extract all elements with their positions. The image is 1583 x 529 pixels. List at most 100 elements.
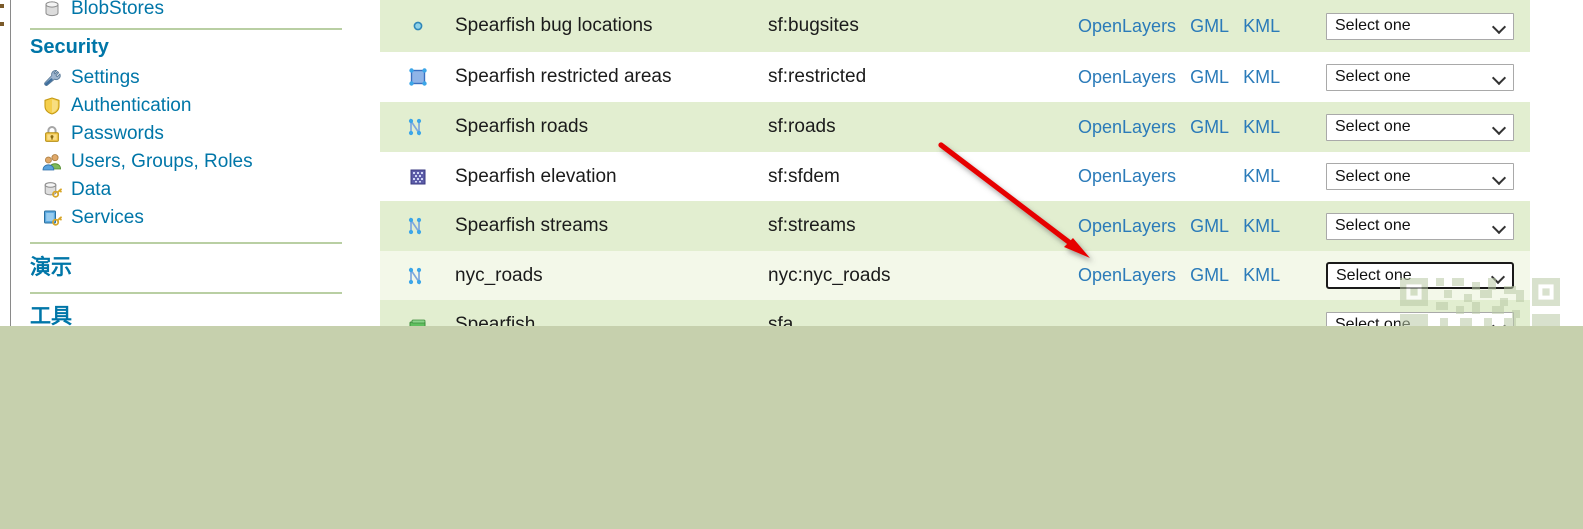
- format-select[interactable]: Select one: [1326, 12, 1514, 40]
- sidebar-item-authentication[interactable]: Authentication: [12, 92, 360, 120]
- sidebar-item-services[interactable]: Services: [12, 204, 360, 232]
- gml-link[interactable]: GML: [1190, 265, 1229, 286]
- database-icon: [42, 0, 62, 19]
- format-links: OpenLayers GML KML: [1078, 166, 1308, 187]
- sidebar-item-label: Passwords: [71, 123, 164, 144]
- layer-title: Spearfish: [455, 314, 536, 326]
- line-icon: [406, 115, 430, 139]
- geometry-cell: [380, 14, 455, 38]
- chevron-down-icon: [1493, 173, 1506, 181]
- table-row[interactable]: nyc_roads nyc:nyc_roads OpenLayers GML K…: [380, 251, 1530, 300]
- chevron-down-icon: [1493, 73, 1506, 81]
- openlayers-link[interactable]: OpenLayers: [1078, 16, 1176, 37]
- format-select-cell: Select one: [1308, 262, 1530, 289]
- format-select[interactable]: Select one: [1326, 212, 1514, 240]
- format-links: OpenLayers GML KML: [1078, 16, 1308, 37]
- layer-name: sf:roads: [768, 116, 836, 137]
- shield-icon: [42, 96, 62, 116]
- bottom-panel: [0, 326, 1583, 529]
- kml-link[interactable]: KML: [1243, 216, 1280, 237]
- kml-link[interactable]: KML: [1243, 117, 1280, 138]
- sidebar-item-label: Authentication: [71, 95, 192, 116]
- layer-title: nyc_roads: [455, 264, 543, 286]
- database-key-icon: [42, 180, 62, 200]
- sidebar-item-label: Users, Groups, Roles: [71, 151, 253, 172]
- format-select-cell: Select one: [1308, 163, 1530, 190]
- gml-link[interactable]: GML: [1190, 216, 1229, 237]
- kml-link[interactable]: KML: [1243, 166, 1280, 187]
- geometry-cell: [380, 313, 455, 326]
- sidebar-item-settings[interactable]: Settings: [12, 64, 360, 92]
- openlayers-link[interactable]: OpenLayers: [1078, 67, 1176, 88]
- table-row[interactable]: Spearfish bug locations sf:bugsites Open…: [380, 0, 1530, 52]
- format-links: OpenLayers GML KML: [1078, 216, 1308, 237]
- format-select-cell: Select one: [1308, 212, 1530, 240]
- sidebar-item-label: Settings: [71, 67, 140, 88]
- layer-preview-table: Spearfish bug locations sf:bugsites Open…: [380, 0, 1530, 326]
- gml-link[interactable]: GML: [1190, 16, 1229, 37]
- openlayers-link[interactable]: OpenLayers: [1078, 216, 1176, 237]
- format-select[interactable]: Select one: [1326, 113, 1514, 141]
- table-row[interactable]: Spearfish sfa Select one: [380, 300, 1530, 326]
- format-select-value: Select one: [1335, 167, 1411, 185]
- kml-link[interactable]: KML: [1243, 67, 1280, 88]
- format-select[interactable]: Select one: [1326, 311, 1514, 326]
- geometry-cell: [380, 115, 455, 139]
- raster-icon: [406, 165, 430, 189]
- format-links: OpenLayers GML KML: [1078, 265, 1308, 286]
- format-select[interactable]: Select one: [1326, 63, 1514, 91]
- layer-name: sf:bugsites: [768, 15, 859, 36]
- layer-title: Spearfish streams: [455, 215, 609, 236]
- openlayers-link[interactable]: OpenLayers: [1078, 117, 1176, 138]
- sidebar-item-data[interactable]: Data: [12, 176, 360, 204]
- layer-title: Spearfish restricted areas: [455, 66, 672, 87]
- format-select-focused[interactable]: Select one: [1326, 262, 1514, 289]
- table-row[interactable]: Spearfish restricted areas sf:restricted…: [380, 52, 1530, 102]
- table-row[interactable]: Spearfish streams sf:streams OpenLayers …: [380, 201, 1530, 251]
- layer-title: Spearfish roads: [455, 116, 589, 137]
- sidebar-item-users-groups-roles[interactable]: Users, Groups, Roles: [12, 148, 360, 176]
- sidebar-heading-demo: 演示: [30, 255, 72, 279]
- geometry-cell: [380, 214, 455, 238]
- gml-link[interactable]: GML: [1190, 67, 1229, 88]
- sidebar-item-label: Data: [71, 179, 112, 200]
- kml-link[interactable]: KML: [1243, 265, 1280, 286]
- sidebar: BlobStores Security Settings Authenticat…: [12, 0, 360, 326]
- sidebar-item-passwords[interactable]: Passwords: [12, 120, 360, 148]
- lock-icon: [42, 124, 62, 144]
- format-select-value: Select one: [1335, 68, 1411, 85]
- screenshot-root: BlobStores Security Settings Authenticat…: [0, 0, 1583, 529]
- format-select-value: Select one: [1336, 266, 1412, 284]
- format-select[interactable]: Select one: [1326, 163, 1514, 190]
- openlayers-link[interactable]: OpenLayers: [1078, 166, 1176, 187]
- group-icon: [406, 313, 430, 326]
- point-icon: [406, 14, 430, 38]
- wrench-icon: [42, 68, 62, 88]
- table-row[interactable]: Spearfish roads sf:roads OpenLayers GML …: [380, 102, 1530, 152]
- layer-name: sf:restricted: [768, 66, 867, 87]
- layer-name: sfa: [768, 314, 794, 326]
- format-select-cell: Select one: [1308, 12, 1530, 40]
- geometry-cell: [380, 165, 455, 189]
- format-links: OpenLayers GML KML: [1078, 117, 1308, 138]
- layer-name: sf:sfdem: [768, 165, 840, 187]
- format-select-cell: Select one: [1308, 63, 1530, 91]
- page-key-icon: [42, 208, 62, 228]
- chevron-down-icon: [1493, 123, 1506, 131]
- openlayers-link[interactable]: OpenLayers: [1078, 265, 1176, 286]
- geometry-cell: [380, 65, 455, 89]
- format-select-cell: Select one: [1308, 113, 1530, 141]
- format-select-value: Select one: [1335, 118, 1411, 135]
- sidebar-item-blobstores[interactable]: BlobStores: [12, 0, 360, 22]
- layer-title: Spearfish bug locations: [455, 15, 653, 36]
- gml-link[interactable]: GML: [1190, 117, 1229, 138]
- format-select-value: Select one: [1335, 217, 1411, 234]
- geometry-cell: [380, 264, 455, 288]
- format-select-value: Select one: [1335, 17, 1411, 34]
- kml-link[interactable]: KML: [1243, 16, 1280, 37]
- polygon-icon: [406, 65, 430, 89]
- chevron-down-icon: [1493, 22, 1506, 30]
- table-row[interactable]: Spearfish elevation sf:sfdem OpenLayers …: [380, 152, 1530, 201]
- format-links: OpenLayers GML KML: [1078, 67, 1308, 88]
- sidebar-heading-security: Security: [30, 36, 109, 58]
